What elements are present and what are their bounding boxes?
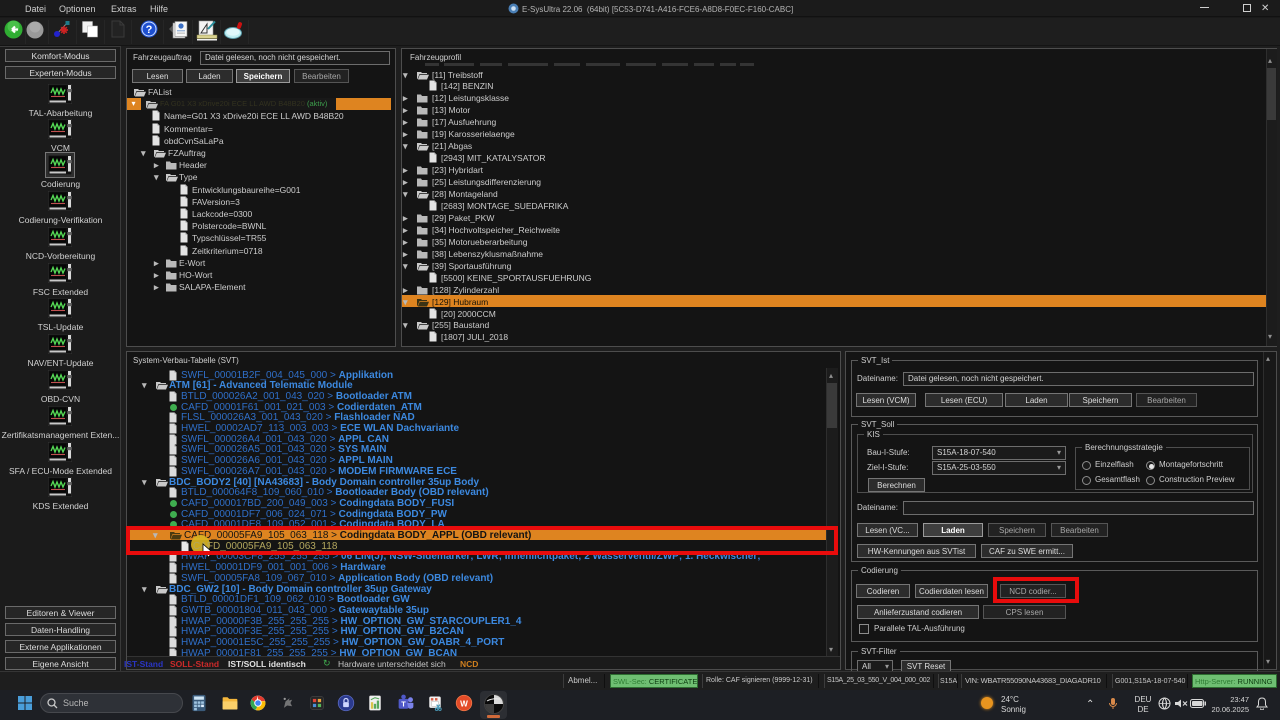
svg-text:W: W <box>460 699 468 708</box>
svg-text:T: T <box>401 700 406 709</box>
svg-text:?: ? <box>146 24 153 36</box>
